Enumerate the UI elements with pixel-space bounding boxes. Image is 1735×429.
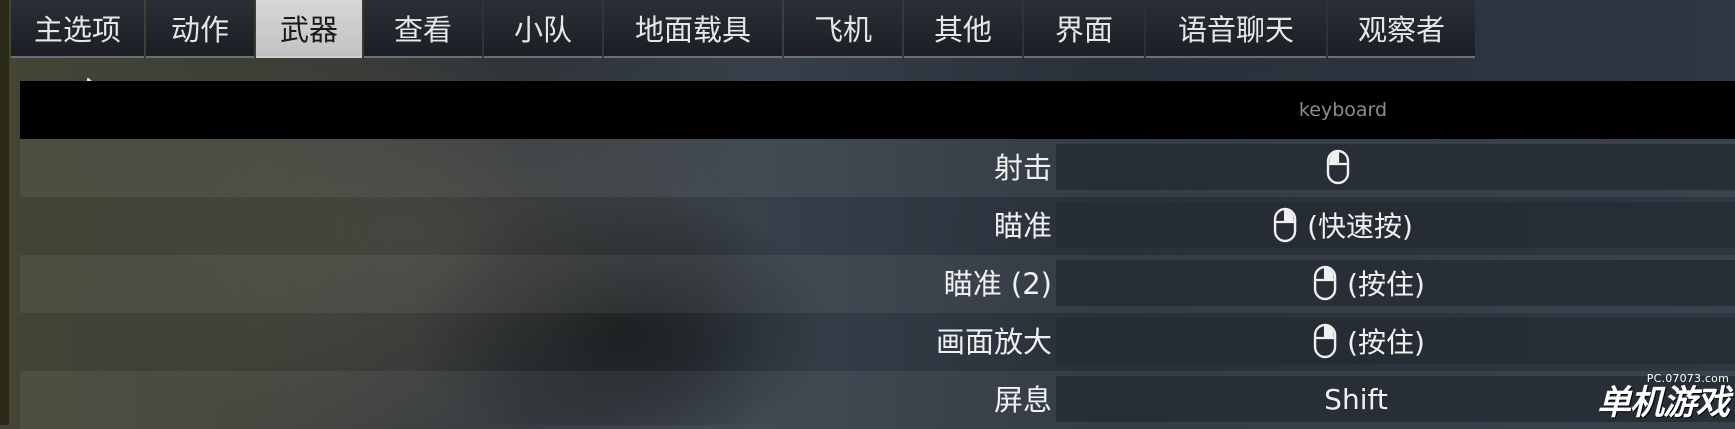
column-header-keyboard: keyboard	[1298, 99, 1388, 121]
tab-bar: 主选项 动作 武器 查看 小队 地面载具 飞机 其他 界面 语音聊天 观察者	[11, 0, 1477, 58]
binding-text: Shift	[1324, 382, 1388, 416]
tab-label: 动作	[170, 13, 229, 47]
tab-aircraft[interactable]: 飞机	[784, 0, 902, 58]
tab-label: 主选项	[33, 13, 121, 47]
tab-main-options[interactable]: 主选项	[11, 0, 144, 58]
action-label: 瞄准	[993, 209, 1052, 243]
tab-actions[interactable]: 动作	[146, 0, 254, 58]
left-border	[0, 0, 9, 425]
site-watermark: PC.07073.com 单机游戏	[1597, 373, 1730, 423]
tab-label: 其他	[933, 13, 992, 47]
key-bindings-table: keyboard 射击 瞄准 (快速按) 瞄准 (2) (按住) 画面放大 (按…	[20, 81, 1735, 429]
mouse-right-button-icon	[1313, 323, 1337, 359]
key-binding-cell[interactable]: (按住)	[1056, 318, 1735, 364]
binding-row-hold-breath: 屏息 Shift	[20, 371, 1735, 429]
tab-label: 语音聊天	[1177, 13, 1294, 47]
watermark-logo-text: 单机游戏	[1597, 383, 1730, 423]
binding-text: (按住)	[1347, 268, 1425, 301]
key-binding-cell[interactable]	[1056, 144, 1735, 190]
table-header: keyboard	[20, 81, 1735, 139]
tab-label: 查看	[393, 13, 452, 47]
action-label: 屏息	[993, 383, 1052, 417]
binding-row-zoom: 画面放大 (按住)	[20, 313, 1735, 371]
tab-other[interactable]: 其他	[904, 0, 1022, 58]
tab-label: 地面载具	[634, 13, 751, 47]
binding-text: (快速按)	[1307, 210, 1413, 243]
tab-squad[interactable]: 小队	[484, 0, 602, 58]
tab-view[interactable]: 查看	[364, 0, 482, 58]
tab-label: 观察者	[1357, 13, 1445, 47]
key-binding-cell[interactable]: (按住)	[1056, 260, 1735, 306]
binding-row-fire: 射击	[20, 139, 1735, 197]
tab-interface[interactable]: 界面	[1024, 0, 1144, 58]
tab-weapons[interactable]: 武器	[256, 0, 362, 58]
mouse-left-button-icon	[1326, 149, 1350, 185]
action-label: 射击	[993, 151, 1052, 185]
tab-label: 小队	[513, 13, 572, 47]
action-label: 瞄准 (2)	[943, 267, 1052, 301]
key-binding-cell[interactable]: (快速按)	[1056, 202, 1735, 248]
mouse-right-button-icon	[1313, 265, 1337, 301]
tab-label: 武器	[279, 13, 338, 47]
binding-row-aim-2: 瞄准 (2) (按住)	[20, 255, 1735, 313]
mouse-right-button-icon	[1273, 207, 1297, 243]
binding-row-aim: 瞄准 (快速按)	[20, 197, 1735, 255]
tab-label: 界面	[1054, 13, 1113, 47]
binding-text: (按住)	[1347, 326, 1425, 359]
tab-spectator[interactable]: 观察者	[1328, 0, 1475, 58]
bindings-list: 射击 瞄准 (快速按) 瞄准 (2) (按住) 画面放大 (按住) 屏息 Shi…	[20, 139, 1735, 429]
tab-label: 飞机	[813, 13, 872, 47]
tab-voice-chat[interactable]: 语音聊天	[1146, 0, 1326, 58]
tab-ground-vehicles[interactable]: 地面载具	[604, 0, 782, 58]
action-label: 画面放大	[935, 325, 1052, 359]
